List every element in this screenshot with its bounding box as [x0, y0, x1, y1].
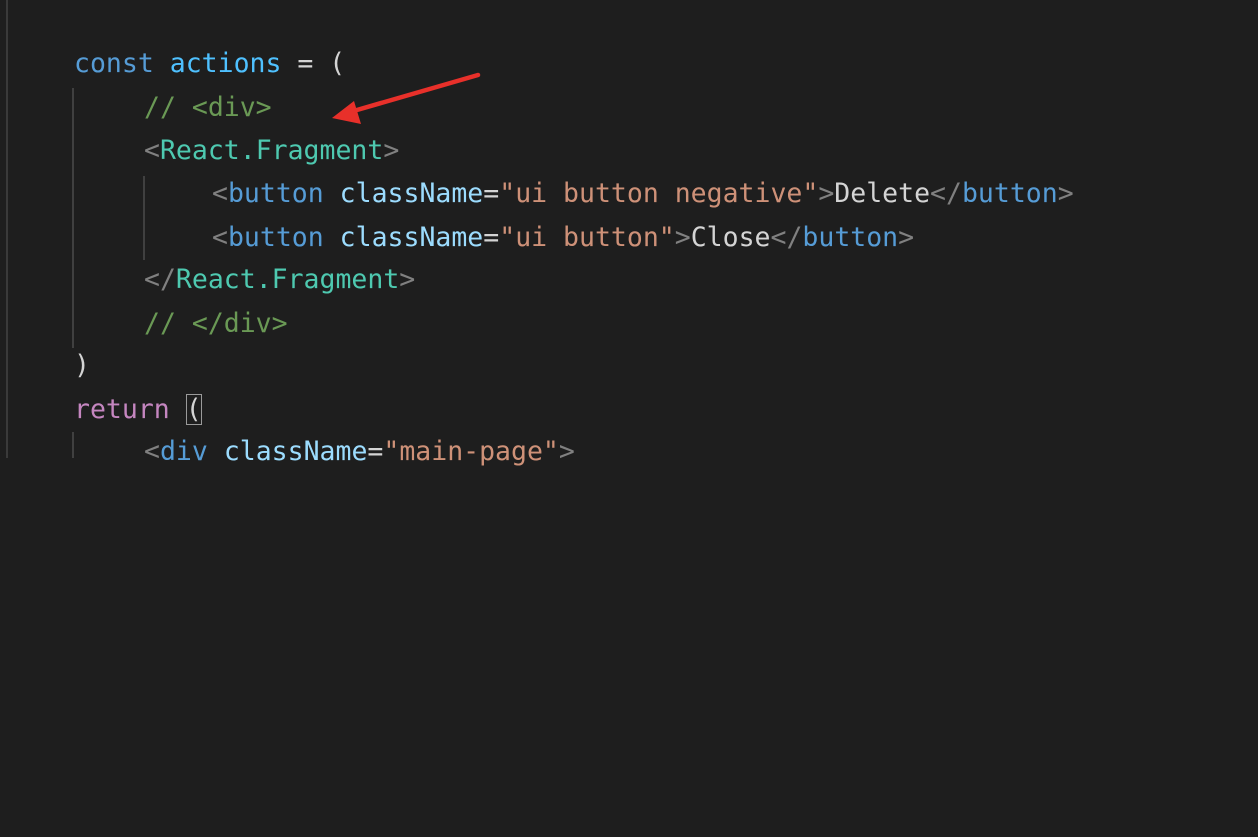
arrow-head: [332, 101, 361, 124]
arrow-shaft: [347, 72, 481, 115]
annotation-arrow: [332, 72, 481, 124]
code-editor[interactable]: const actions = ( // <div> <React.Fragme…: [0, 0, 1258, 467]
